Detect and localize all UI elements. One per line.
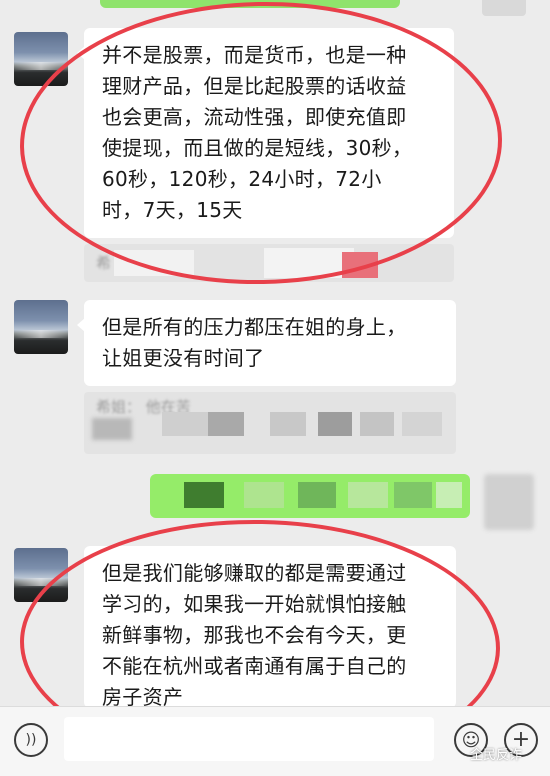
redaction-block bbox=[318, 412, 352, 436]
message-line: 但是所有的压力都压在姐的身上， bbox=[102, 315, 407, 339]
redaction-block bbox=[298, 482, 336, 508]
watermark-text: 全民反诈 bbox=[470, 748, 523, 763]
quote-preview-text: 希 bbox=[96, 254, 112, 272]
own-avatar-partial[interactable] bbox=[482, 0, 526, 16]
chat-input-bar: )) ☺ + bbox=[0, 706, 550, 776]
chat-screen: 并不是股票，而是货币，也是一种 理财产品，但是比起股票的话收益 也会更高，流动性… bbox=[0, 0, 550, 776]
redaction-block bbox=[92, 418, 132, 440]
redaction-block bbox=[162, 412, 208, 436]
message-line: 让姐更没有时间了 bbox=[102, 346, 265, 370]
voice-wave-icon[interactable]: )) bbox=[14, 723, 48, 757]
own-message-bubble[interactable] bbox=[150, 474, 470, 518]
redaction-block bbox=[184, 482, 224, 508]
redaction-block bbox=[270, 412, 306, 436]
redaction-block bbox=[436, 482, 462, 508]
redaction-block bbox=[244, 482, 284, 508]
redaction-block bbox=[402, 412, 442, 436]
redaction-block bbox=[394, 482, 432, 508]
message-input[interactable] bbox=[64, 717, 434, 761]
contact-avatar[interactable] bbox=[14, 300, 68, 354]
quoted-message-preview-2[interactable]: 希姐： 他在苦 bbox=[84, 392, 456, 454]
redaction-block bbox=[208, 412, 244, 436]
own-avatar[interactable] bbox=[484, 474, 534, 530]
redaction-block bbox=[360, 412, 394, 436]
message-bubble-2[interactable]: 但是所有的压力都压在姐的身上， 让姐更没有时间了 bbox=[77, 300, 456, 386]
redaction-block bbox=[348, 482, 388, 508]
